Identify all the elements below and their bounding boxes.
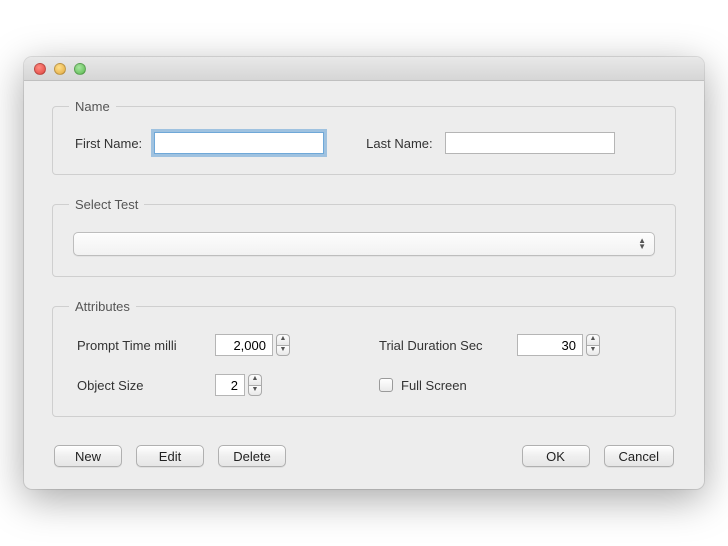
full-screen-checkbox[interactable] bbox=[379, 378, 393, 392]
delete-button[interactable]: Delete bbox=[218, 445, 286, 467]
trial-duration-label: Trial Duration Sec bbox=[379, 338, 499, 353]
content-area: Name First Name: Last Name: Select Test … bbox=[24, 81, 704, 489]
first-name-input[interactable] bbox=[154, 132, 324, 154]
stepper-up-icon[interactable]: ▲ bbox=[276, 334, 290, 345]
button-row: New Edit Delete OK Cancel bbox=[52, 439, 676, 467]
name-legend: Name bbox=[69, 99, 116, 114]
ok-button[interactable]: OK bbox=[522, 445, 590, 467]
stepper-down-icon[interactable]: ▼ bbox=[586, 345, 600, 357]
cancel-button[interactable]: Cancel bbox=[604, 445, 674, 467]
new-button[interactable]: New bbox=[54, 445, 122, 467]
object-size-label: Object Size bbox=[77, 378, 197, 393]
titlebar bbox=[24, 57, 704, 81]
name-group: Name First Name: Last Name: bbox=[52, 99, 676, 175]
select-test-group: Select Test ▲▼ bbox=[52, 197, 676, 277]
object-size-stepper[interactable]: ▲ ▼ bbox=[215, 374, 262, 396]
stepper-up-icon[interactable]: ▲ bbox=[586, 334, 600, 345]
trial-duration-stepper[interactable]: ▲ ▼ bbox=[517, 334, 600, 356]
object-size-input[interactable] bbox=[215, 374, 245, 396]
minimize-icon[interactable] bbox=[54, 63, 66, 75]
prompt-time-input[interactable] bbox=[215, 334, 273, 356]
select-test-legend: Select Test bbox=[69, 197, 144, 212]
prompt-time-label: Prompt Time milli bbox=[77, 338, 197, 353]
last-name-input[interactable] bbox=[445, 132, 615, 154]
stepper-down-icon[interactable]: ▼ bbox=[276, 345, 290, 357]
trial-duration-input[interactable] bbox=[517, 334, 583, 356]
edit-button[interactable]: Edit bbox=[136, 445, 204, 467]
attributes-group: Attributes Prompt Time milli ▲ ▼ Trial D… bbox=[52, 299, 676, 417]
full-screen-label: Full Screen bbox=[401, 378, 521, 393]
dialog-window: Name First Name: Last Name: Select Test … bbox=[24, 57, 704, 489]
chevron-updown-icon: ▲▼ bbox=[638, 238, 646, 250]
zoom-icon[interactable] bbox=[74, 63, 86, 75]
select-test-combo[interactable]: ▲▼ bbox=[73, 232, 655, 256]
attributes-legend: Attributes bbox=[69, 299, 136, 314]
close-icon[interactable] bbox=[34, 63, 46, 75]
stepper-down-icon[interactable]: ▼ bbox=[248, 385, 262, 397]
prompt-time-stepper[interactable]: ▲ ▼ bbox=[215, 334, 290, 356]
first-name-label: First Name: bbox=[75, 136, 142, 151]
stepper-up-icon[interactable]: ▲ bbox=[248, 374, 262, 385]
last-name-label: Last Name: bbox=[366, 136, 432, 151]
